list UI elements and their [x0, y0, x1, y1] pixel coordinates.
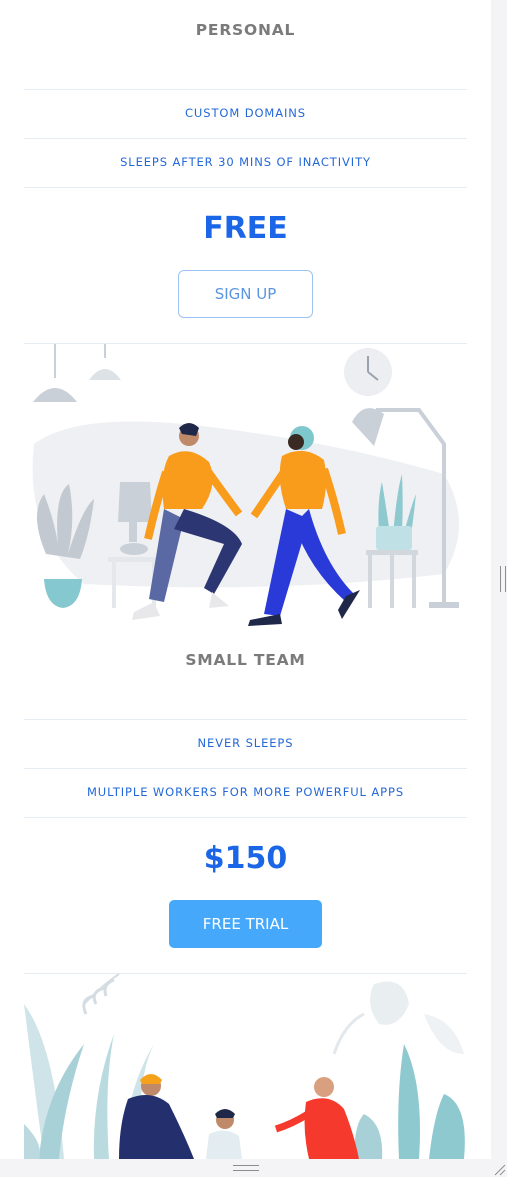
plan-title-small-team: SMALL TEAM	[185, 651, 306, 669]
divider	[24, 89, 467, 90]
price-small-team: $150	[203, 841, 288, 876]
resize-handle-icon[interactable]	[493, 1161, 507, 1177]
divider	[24, 719, 467, 720]
plan-title-personal: PERSONAL	[195, 21, 296, 39]
sign-up-button[interactable]: SIGN UP	[178, 270, 313, 318]
feature-multiple-workers: MULTIPLE WORKERS FOR MORE POWERFUL APPS	[86, 785, 405, 799]
free-trial-button[interactable]: FREE TRIAL	[169, 900, 322, 948]
feature-custom-domains: CUSTOM DOMAINS	[185, 106, 306, 120]
divider	[24, 817, 467, 818]
people-dancing-illustration	[32, 344, 460, 626]
divider	[24, 187, 467, 188]
horizontal-scroll-grip-icon	[233, 1165, 259, 1171]
feature-never-sleeps: NEVER SLEEPS	[197, 736, 294, 750]
price-personal: FREE	[203, 211, 288, 246]
feature-sleeps: SLEEPS AFTER 30 MINS OF INACTIVITY	[120, 155, 371, 169]
page-viewport: PERSONAL CUSTOM DOMAINS SLEEPS AFTER 30 …	[0, 0, 491, 1159]
divider	[24, 138, 467, 139]
vertical-scroll-grip-icon	[500, 566, 506, 592]
divider	[24, 768, 467, 769]
team-illustration	[24, 974, 465, 1159]
